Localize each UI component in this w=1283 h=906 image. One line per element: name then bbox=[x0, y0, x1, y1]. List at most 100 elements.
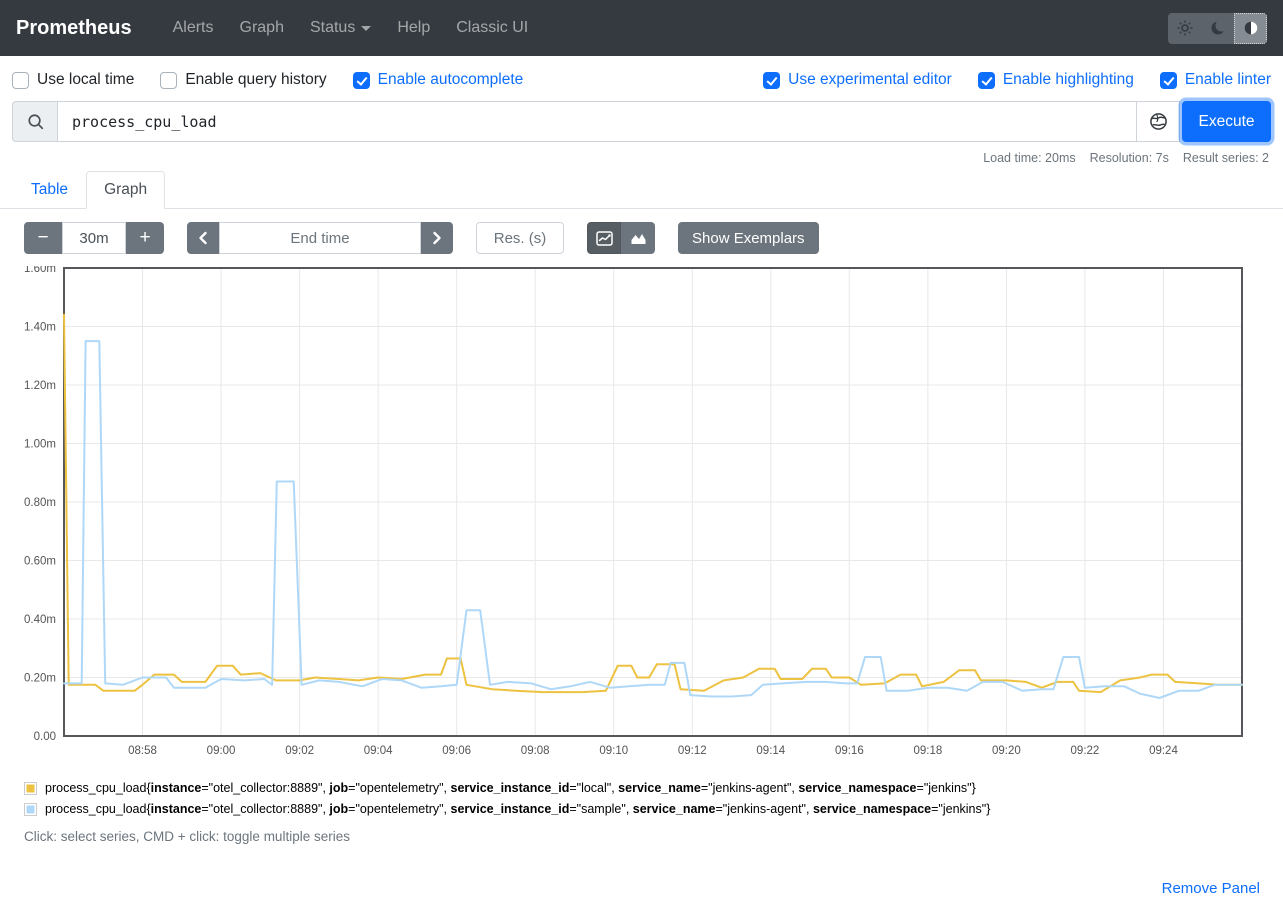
show-exemplars-button[interactable]: Show Exemplars bbox=[678, 222, 819, 254]
step-forward-button[interactable] bbox=[421, 222, 453, 254]
svg-text:09:06: 09:06 bbox=[442, 745, 471, 757]
nav-item-help[interactable]: Help bbox=[384, 19, 443, 37]
resolution-input[interactable] bbox=[476, 222, 564, 254]
range-group: − + bbox=[24, 222, 164, 254]
line-chart-icon bbox=[596, 231, 613, 246]
svg-text:08:58: 08:58 bbox=[128, 745, 157, 757]
execute-button[interactable]: Execute bbox=[1182, 101, 1271, 142]
exemplars-group: Show Exemplars bbox=[678, 222, 819, 254]
checkbox-label: Enable linter bbox=[1185, 71, 1271, 89]
search-icon bbox=[27, 113, 44, 130]
svg-text:0.80m: 0.80m bbox=[24, 497, 56, 509]
checkbox-box bbox=[1160, 72, 1177, 89]
brand-prometheus[interactable]: Prometheus bbox=[16, 17, 132, 40]
checkbox-use-local-time[interactable]: Use local time bbox=[12, 71, 134, 89]
svg-text:09:08: 09:08 bbox=[521, 745, 550, 757]
checkbox-label: Enable query history bbox=[185, 71, 326, 89]
stacked-chart-toggle-button[interactable] bbox=[621, 222, 655, 254]
resolution-group bbox=[476, 222, 564, 254]
checkbox-enable-highlighting[interactable]: Enable highlighting bbox=[978, 71, 1134, 89]
resolution: Resolution: 7s bbox=[1090, 151, 1169, 165]
svg-text:09:20: 09:20 bbox=[992, 745, 1021, 757]
chart-type-toggle-group bbox=[587, 222, 655, 254]
chevron-right-icon bbox=[431, 231, 443, 245]
decrease-range-button[interactable]: − bbox=[24, 222, 62, 254]
options-row: Use local time Enable query history Enab… bbox=[0, 56, 1283, 101]
checkbox-enable-autocomplete[interactable]: Enable autocomplete bbox=[353, 71, 524, 89]
chart-legend: process_cpu_load{instance="otel_collecto… bbox=[24, 781, 1283, 816]
nav-item-status-label: Status bbox=[310, 19, 355, 37]
navbar: Prometheus Alerts Graph Status Help Clas… bbox=[0, 0, 1283, 56]
svg-text:09:10: 09:10 bbox=[599, 745, 628, 757]
sun-icon bbox=[1177, 20, 1193, 36]
step-back-button[interactable] bbox=[187, 222, 219, 254]
metrics-explorer-button[interactable] bbox=[1136, 101, 1180, 142]
series-color-swatch bbox=[24, 782, 37, 795]
range-input[interactable] bbox=[62, 222, 126, 254]
svg-text:09:24: 09:24 bbox=[1149, 745, 1178, 757]
svg-text:0.20m: 0.20m bbox=[24, 673, 56, 685]
increase-range-button[interactable]: + bbox=[126, 222, 164, 254]
chevron-down-icon bbox=[361, 26, 371, 31]
tab-graph[interactable]: Graph bbox=[86, 171, 165, 209]
graph-controls: − + bbox=[0, 209, 1283, 254]
legend-hint: Click: select series, CMD + click: toggl… bbox=[24, 829, 1283, 844]
nav-item-classic-ui[interactable]: Classic UI bbox=[443, 19, 541, 37]
svg-text:0.60m: 0.60m bbox=[24, 556, 56, 568]
circle-half-icon bbox=[1243, 20, 1259, 36]
svg-text:09:22: 09:22 bbox=[1071, 745, 1100, 757]
nav-item-graph[interactable]: Graph bbox=[227, 19, 297, 37]
result-series: Result series: 2 bbox=[1183, 151, 1269, 165]
svg-text:09:16: 09:16 bbox=[835, 745, 864, 757]
theme-toggle-group bbox=[1168, 13, 1267, 44]
light-theme-button[interactable] bbox=[1168, 13, 1201, 44]
panel-tabs: Table Graph bbox=[0, 171, 1283, 209]
svg-text:1.20m: 1.20m bbox=[24, 380, 56, 392]
checkbox-box bbox=[353, 72, 370, 89]
checkbox-box bbox=[978, 72, 995, 89]
svg-text:09:04: 09:04 bbox=[364, 745, 393, 757]
checkbox-label: Enable highlighting bbox=[1003, 71, 1134, 89]
svg-text:09:02: 09:02 bbox=[285, 745, 314, 757]
checkbox-enable-linter[interactable]: Enable linter bbox=[1160, 71, 1271, 89]
end-time-input[interactable] bbox=[219, 222, 421, 254]
remove-panel-link[interactable]: Remove Panel bbox=[1162, 880, 1260, 897]
nav-item-alerts[interactable]: Alerts bbox=[160, 19, 227, 37]
legend-item-local[interactable]: process_cpu_load{instance="otel_collecto… bbox=[24, 781, 1283, 795]
nav-item-status[interactable]: Status bbox=[297, 19, 384, 37]
end-time-group bbox=[187, 222, 453, 254]
query-expression-input[interactable] bbox=[57, 101, 1136, 142]
svg-text:1.60m: 1.60m bbox=[24, 266, 56, 275]
chart-container: 0.000.20m0.40m0.60m0.80m1.00m1.20m1.40m1… bbox=[0, 254, 1283, 768]
series-label: process_cpu_load{instance="otel_collecto… bbox=[45, 781, 976, 795]
auto-theme-button[interactable] bbox=[1234, 13, 1267, 44]
query-stats: Load time: 20ms Resolution: 7s Result se… bbox=[0, 142, 1283, 165]
area-chart-icon bbox=[630, 231, 647, 246]
series-label: process_cpu_load{instance="otel_collecto… bbox=[45, 802, 990, 816]
svg-text:09:18: 09:18 bbox=[913, 745, 942, 757]
checkbox-box bbox=[160, 72, 177, 89]
checkbox-enable-query-history[interactable]: Enable query history bbox=[160, 71, 326, 89]
checkbox-label: Use local time bbox=[37, 71, 134, 89]
svg-text:0.40m: 0.40m bbox=[24, 614, 56, 626]
svg-text:0.00: 0.00 bbox=[34, 731, 56, 743]
checkbox-box bbox=[12, 72, 29, 89]
checkbox-use-experimental-editor[interactable]: Use experimental editor bbox=[763, 71, 952, 89]
dark-theme-button[interactable] bbox=[1201, 13, 1234, 44]
tab-table[interactable]: Table bbox=[13, 171, 86, 209]
series-color-swatch bbox=[24, 803, 37, 816]
moon-icon bbox=[1210, 20, 1226, 36]
checkbox-box bbox=[763, 72, 780, 89]
chevron-left-icon bbox=[197, 231, 209, 245]
panel-footer: Remove Panel bbox=[0, 844, 1283, 897]
query-row: Execute bbox=[0, 101, 1283, 142]
load-time: Load time: 20ms bbox=[983, 151, 1075, 165]
svg-text:09:14: 09:14 bbox=[756, 745, 785, 757]
checkbox-label: Use experimental editor bbox=[788, 71, 952, 89]
svg-text:1.40m: 1.40m bbox=[24, 322, 56, 334]
svg-text:09:00: 09:00 bbox=[207, 745, 236, 757]
checkbox-label: Enable autocomplete bbox=[378, 71, 524, 89]
line-chart-toggle-button[interactable] bbox=[587, 222, 621, 254]
legend-item-sample[interactable]: process_cpu_load{instance="otel_collecto… bbox=[24, 802, 1283, 816]
time-series-chart[interactable]: 0.000.20m0.40m0.60m0.80m1.00m1.20m1.40m1… bbox=[12, 266, 1271, 763]
